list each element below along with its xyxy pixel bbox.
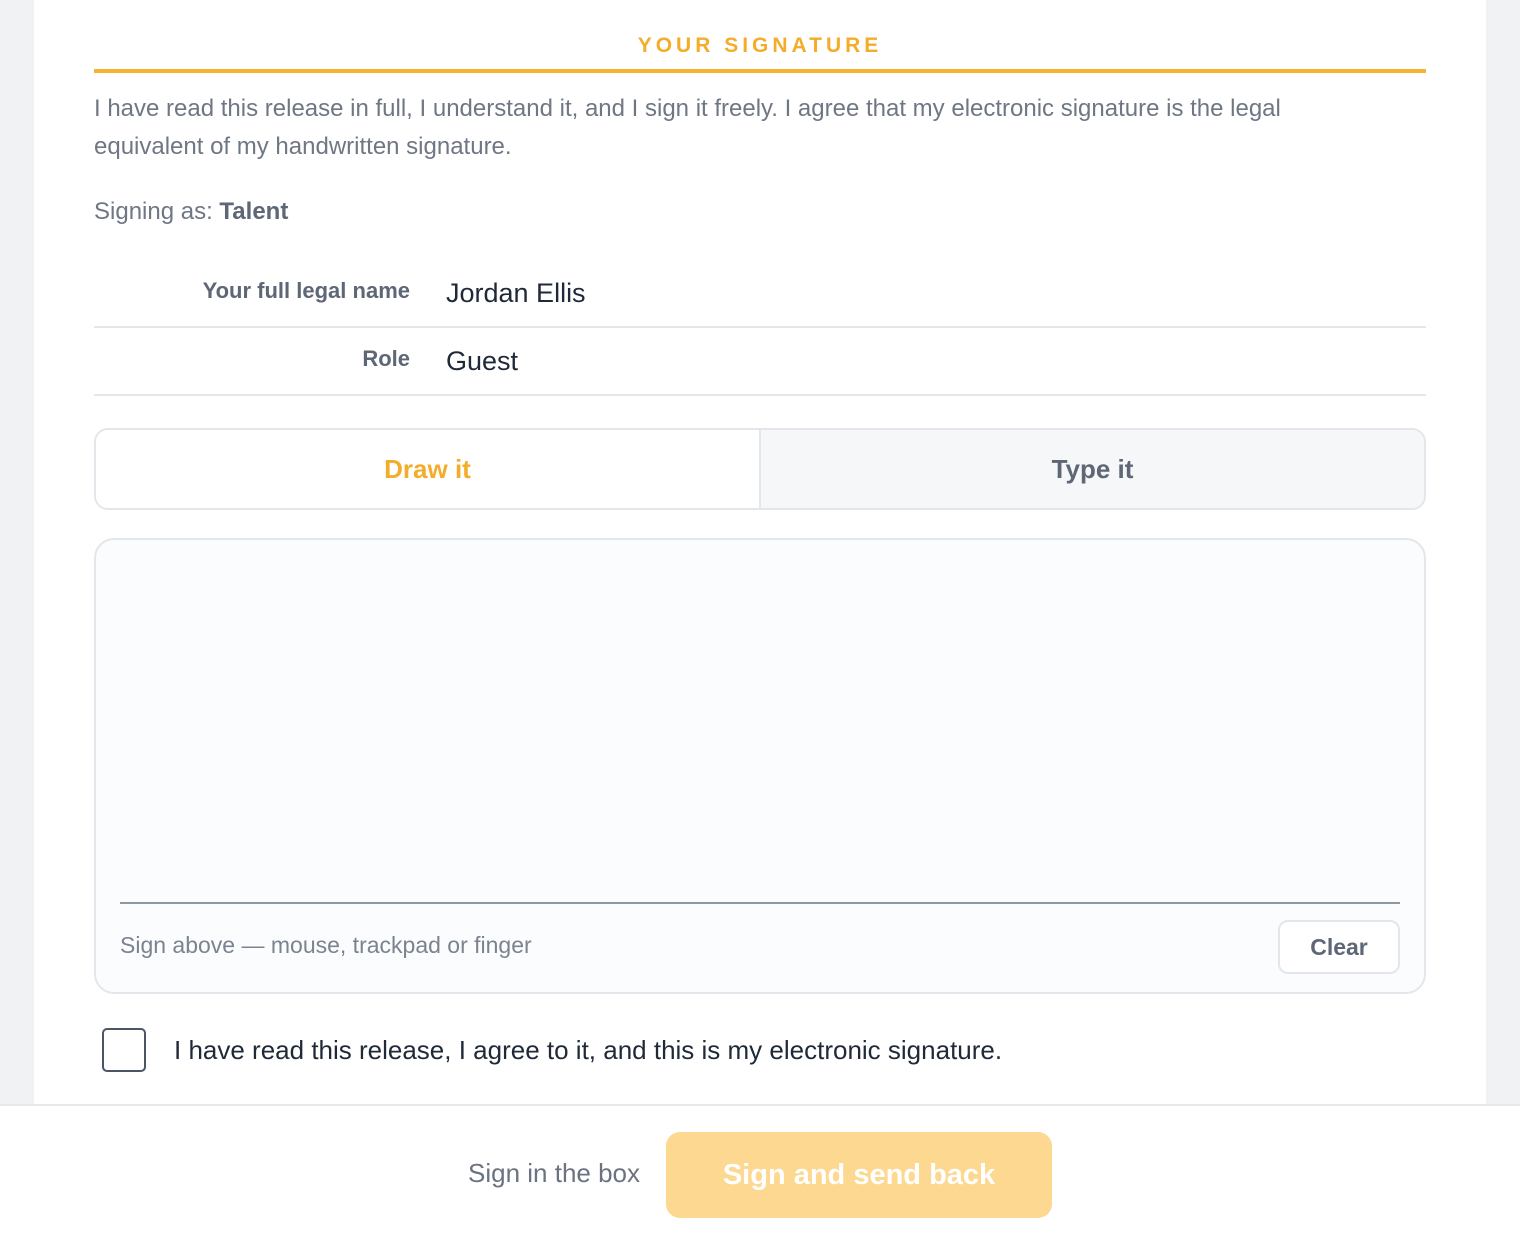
clear-button[interactable]: Clear [1278, 920, 1400, 974]
signing-as-value: Talent [219, 198, 289, 225]
full-name-label: Your full legal name [202, 278, 410, 303]
agreement-row: I have read this release, I agree to it,… [102, 1028, 1002, 1072]
agreement-label[interactable]: I have read this release, I agree to it,… [174, 1035, 1002, 1066]
tab-draw-it[interactable]: Draw it [96, 430, 759, 508]
signature-pad-hint: Sign above — mouse, trackpad or finger [120, 932, 532, 958]
title-divider [94, 69, 1426, 73]
agreement-checkbox[interactable] [102, 1028, 146, 1072]
footer-bar: Sign in the box Sign and send back [0, 1104, 1520, 1240]
signature-mode-tabs: Draw it Type it [94, 428, 1426, 510]
signature-baseline [120, 902, 1400, 904]
signature-drawing-pad[interactable]: Sign above — mouse, trackpad or finger C… [94, 538, 1426, 994]
signature-intro-text: I have read this release in full, I unde… [94, 95, 1281, 160]
tab-type-it[interactable]: Type it [759, 430, 1424, 508]
release-page: YOUR SIGNATURE I have read this release … [34, 0, 1486, 1106]
section-title: YOUR SIGNATURE [637, 34, 883, 57]
signing-as-label: Signing as: [94, 198, 213, 225]
role-value: Guest [446, 346, 519, 376]
signing-as: Signing as: Talent [94, 198, 288, 226]
full-name-row: Your full legal name Jordan Ellis [94, 260, 1426, 328]
role-label: Role [362, 346, 410, 371]
full-name-value: Jordan Ellis [446, 278, 586, 308]
sign-and-send-button[interactable]: Sign and send back [666, 1132, 1052, 1218]
footer-status-text: Sign in the box [468, 1158, 641, 1188]
role-row: Role Guest [94, 328, 1426, 396]
